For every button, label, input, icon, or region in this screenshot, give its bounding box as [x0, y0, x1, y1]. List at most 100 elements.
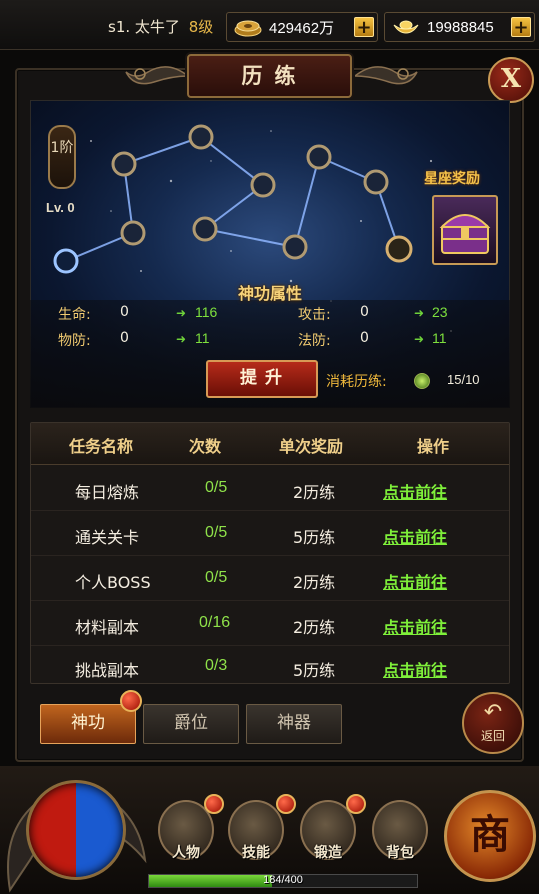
column-header: 操作	[417, 437, 450, 456]
ingot-value: 19988845	[427, 18, 494, 36]
table-row: 材料副本 0/16 2历练 点击前往	[31, 602, 509, 646]
cost-value: 15/10	[447, 372, 480, 387]
attr-name: 攻击:	[298, 307, 331, 323]
arrow-right-icon: ➜	[414, 332, 425, 346]
notification-dot	[204, 794, 224, 814]
add-gold-button[interactable]: +	[354, 17, 374, 37]
task-name: 个人BOSS	[75, 573, 151, 592]
experience-bar: 184/400	[148, 874, 418, 888]
column-header: 任务名称	[69, 437, 134, 456]
task-name: 通关关卡	[75, 528, 140, 547]
task-go-link[interactable]: 点击前往	[383, 479, 447, 503]
gold-coins-icon	[234, 20, 262, 37]
reward-chest[interactable]	[432, 195, 498, 265]
attr-value: 0	[360, 304, 369, 320]
player-info: s1. 太牛了 8级	[108, 16, 213, 37]
menu-label: 背包	[386, 845, 414, 861]
arrow-right-icon: ➜	[414, 306, 425, 320]
notification-dot	[346, 794, 366, 814]
task-reward: 2历练	[293, 573, 336, 592]
task-count: 0/5	[205, 569, 228, 586]
star-node[interactable]	[53, 248, 79, 274]
attr-atk: 攻击: 0	[298, 304, 369, 324]
title-ornament-left	[125, 66, 188, 85]
column-header: 次数	[189, 437, 222, 456]
back-label: 返回	[480, 729, 505, 743]
training-point-icon	[414, 373, 430, 389]
attr-value: 0	[120, 304, 129, 320]
task-count: 0/5	[205, 479, 228, 496]
attr-name: 物防:	[58, 333, 91, 349]
star-node[interactable]	[306, 144, 332, 170]
gold-display: 429462万 +	[226, 12, 378, 42]
add-ingot-button[interactable]: +	[511, 17, 531, 37]
task-name: 挑战副本	[75, 661, 140, 680]
column-header: 单次奖励	[279, 437, 344, 456]
table-row: 个人BOSS 0/5 2历练 点击前往	[31, 557, 509, 601]
task-count: 0/3	[205, 657, 228, 674]
menu-label: 技能	[242, 845, 270, 861]
table-row: 通关关卡 0/5 5历练 点击前往	[31, 512, 509, 556]
tab-divine-skill[interactable]: 神功	[40, 704, 136, 744]
close-button[interactable]: X	[488, 57, 534, 103]
panel-title-plate: 历练	[187, 54, 352, 98]
constellation-level: Lv. 0	[46, 200, 75, 215]
star-node[interactable]	[188, 124, 214, 150]
table-row: 每日熔炼 0/5 2历练 点击前往	[31, 467, 509, 511]
panel-title: 历练	[241, 63, 308, 88]
gold-ingot-icon	[393, 20, 419, 34]
star-node[interactable]	[363, 169, 389, 195]
star-node[interactable]	[282, 234, 308, 260]
task-go-link[interactable]: 点击前往	[383, 569, 447, 593]
back-button[interactable]: ↶ 返回	[462, 692, 524, 754]
top-bar: s1. 太牛了 8级 429462万 + 19988845 +	[0, 0, 539, 50]
yin-yang-orb[interactable]	[26, 780, 126, 880]
star-node[interactable]	[111, 151, 137, 177]
star-node[interactable]	[120, 220, 146, 246]
task-reward: 5历练	[293, 661, 336, 680]
back-arrow-icon: ↶	[483, 700, 503, 725]
table-header: 任务名称 次数 单次奖励 操作	[31, 423, 509, 465]
star-node[interactable]	[385, 235, 413, 263]
attr-gain: 11	[195, 330, 210, 346]
attr-gain: 23	[432, 304, 448, 320]
tab-artifact[interactable]: 神器	[246, 704, 342, 744]
notification-dot	[120, 690, 142, 712]
arrow-right-icon: ➜	[176, 306, 187, 320]
menu-label: 人物	[172, 845, 200, 861]
player-name: s1. 太牛了	[108, 18, 180, 36]
shop-button[interactable]: 商	[444, 790, 536, 882]
star-node[interactable]	[250, 172, 276, 198]
upgrade-button[interactable]: 提升	[206, 360, 318, 398]
attr-mdef: 法防: 0	[298, 330, 369, 350]
title-ornament-right	[355, 66, 418, 85]
menu-label: 锻造	[314, 845, 342, 861]
attr-pdef: 物防: 0	[58, 330, 129, 350]
ingot-display: 19988845 +	[384, 12, 535, 42]
task-reward: 2历练	[293, 618, 336, 637]
task-go-link[interactable]: 点击前往	[383, 524, 447, 548]
cost-label: 消耗历练:	[326, 374, 387, 390]
task-go-link[interactable]: 点击前往	[383, 614, 447, 638]
task-name: 每日熔炼	[75, 483, 140, 502]
task-reward: 2历练	[293, 483, 336, 502]
task-name: 材料副本	[75, 618, 140, 637]
attr-hp: 生命: 0	[58, 304, 129, 324]
notification-dot	[276, 794, 296, 814]
task-table: 任务名称 次数 单次奖励 操作 每日熔炼 0/5 2历练 点击前往 通关关卡 0…	[30, 422, 510, 684]
tab-nobility[interactable]: 爵位	[143, 704, 239, 744]
menu-backpack-button[interactable]: 背包	[372, 800, 428, 861]
attributes-title: 神功属性	[237, 284, 302, 303]
menu-skill-button[interactable]: 技能	[228, 800, 284, 861]
star-node[interactable]	[192, 216, 218, 242]
attr-value: 0	[360, 330, 369, 346]
experience-text: 184/400	[263, 874, 303, 886]
table-row: 挑战副本 0/3 5历练 点击前往	[31, 645, 509, 689]
task-reward: 5历练	[293, 528, 336, 547]
arrow-right-icon: ➜	[176, 332, 187, 346]
player-level: 8级	[188, 18, 214, 36]
attr-gain: 11	[432, 330, 447, 346]
attr-value: 0	[120, 330, 129, 346]
task-go-link[interactable]: 点击前往	[383, 657, 447, 681]
gold-value: 429462万	[269, 19, 335, 37]
